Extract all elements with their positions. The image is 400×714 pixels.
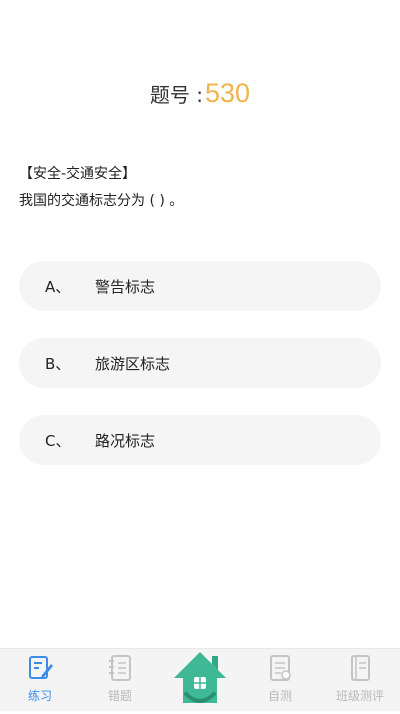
home-icon xyxy=(174,652,226,703)
option-text: 警告标志 xyxy=(95,277,156,296)
option-letter: A、 xyxy=(45,277,71,296)
tab-wrong-label: 错题 xyxy=(107,689,132,703)
tab-wrong-questions[interactable]: 错题 xyxy=(80,649,160,711)
tab-practice-label: 练习 xyxy=(27,689,52,703)
tab-class-test-label: 班级测评 xyxy=(335,689,384,703)
question-number: 530 xyxy=(205,78,251,108)
checklist-icon xyxy=(270,655,291,681)
book-icon xyxy=(351,655,370,681)
option-a[interactable]: A、 警告标志 xyxy=(19,261,381,311)
notebook-icon xyxy=(109,655,131,681)
option-letter: C、 xyxy=(45,431,71,450)
option-text: 路况标志 xyxy=(95,431,156,450)
question-category: 【安全-交通安全】 xyxy=(19,166,137,182)
tab-self-test-label: 自测 xyxy=(267,689,292,703)
option-letter: B、 xyxy=(45,354,71,373)
home-button[interactable] xyxy=(168,645,232,710)
option-text: 旅游区标志 xyxy=(95,354,171,373)
option-c[interactable]: C、 路况标志 xyxy=(19,415,381,465)
tab-self-test[interactable]: 自测 xyxy=(240,649,320,711)
question-number-header: 题号 :530 xyxy=(0,78,400,109)
tab-practice[interactable]: 练习 xyxy=(0,649,80,711)
question-text: 我国的交通标志分为 ( ) 。 xyxy=(19,193,184,209)
tab-class-test[interactable]: 班级测评 xyxy=(320,649,400,711)
option-b[interactable]: B、 旅游区标志 xyxy=(19,338,381,388)
question-number-label: 题号 : xyxy=(149,83,204,107)
edit-document-icon xyxy=(29,656,53,679)
